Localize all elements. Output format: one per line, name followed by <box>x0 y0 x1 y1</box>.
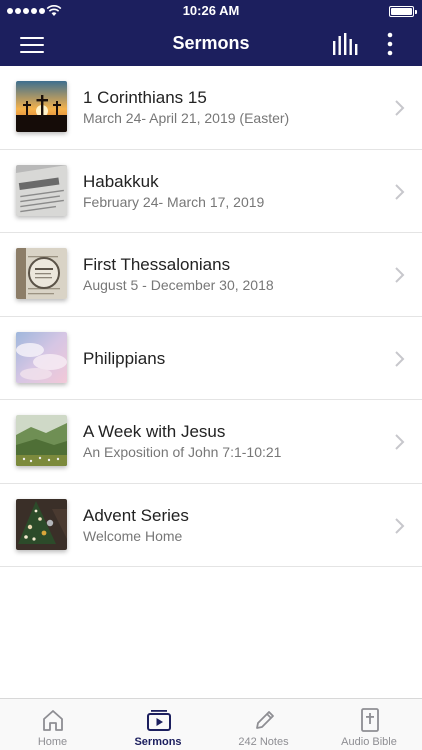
sermon-row-philippians[interactable]: Philippians <box>0 316 422 400</box>
sermon-subtitle: Welcome Home <box>83 527 183 544</box>
battery-icon <box>389 6 417 17</box>
sermon-title: First Thessalonians <box>83 255 231 274</box>
bible-cross-icon <box>360 708 379 732</box>
menu-icon[interactable] <box>20 34 44 54</box>
tab-bar: Home Sermons 242 Notes Audio Bible <box>0 698 422 750</box>
sermons-play-icon <box>146 710 171 731</box>
audio-levels-icon[interactable] <box>332 33 358 55</box>
status-time: 10:26 AM <box>182 3 240 18</box>
more-vertical-icon[interactable] <box>380 32 400 56</box>
christmas-tree-image <box>16 498 67 550</box>
tab-label: Home <box>37 736 68 748</box>
sermon-row-habakkuk[interactable]: Habakkuk February 24- March 17, 2019 <box>0 149 422 233</box>
home-icon <box>43 710 63 731</box>
pastel-clouds-image <box>16 331 67 383</box>
chevron-right-icon <box>395 183 405 200</box>
tab-label: Sermons <box>134 736 182 748</box>
sermon-subtitle: An Exposition of John 7:1-10:21 <box>83 444 282 460</box>
chevron-right-icon <box>395 350 405 367</box>
chevron-right-icon <box>395 434 405 450</box>
magnifier-bible-image <box>16 248 67 299</box>
chevron-right-icon <box>395 100 405 116</box>
tab-sermons[interactable]: Sermons <box>106 699 211 750</box>
pencil-icon <box>256 711 274 729</box>
sermon-title: Habakkuk <box>83 171 159 191</box>
crosses-sunset-image <box>16 81 67 132</box>
sermon-row-first-thessalonians[interactable]: First Thessalonians August 5 - December … <box>0 233 422 317</box>
sermon-row-1-corinthians-15[interactable]: 1 Corinthians 15 March 24- April 21, 201… <box>0 66 422 150</box>
page-title: Sermons <box>172 33 250 53</box>
green-valley-image <box>16 415 67 466</box>
sermon-subtitle: February 24- March 17, 2019 <box>83 193 265 210</box>
sermon-title: A Week with Jesus <box>83 422 226 441</box>
status-bar: 10:26 AM <box>0 0 422 22</box>
sermon-title: Advent Series <box>83 505 189 525</box>
chevron-right-icon <box>395 517 405 534</box>
tab-home[interactable]: Home <box>0 699 105 750</box>
tab-audio-bible[interactable]: Audio Bible <box>317 699 422 750</box>
sermon-subtitle: March 24- April 21, 2019 (Easter) <box>83 110 290 126</box>
sermon-subtitle: August 5 - December 30, 2018 <box>83 277 274 293</box>
sermon-title: Philippians <box>83 348 166 368</box>
sermon-row-advent-series[interactable]: Advent Series Welcome Home <box>0 483 422 567</box>
sermon-title: 1 Corinthians 15 <box>83 88 207 107</box>
sermon-row-a-week-with-jesus[interactable]: A Week with Jesus An Exposition of John … <box>0 400 422 484</box>
tab-label: 242 Notes <box>238 736 289 748</box>
tab-notes[interactable]: 242 Notes <box>211 699 316 750</box>
tab-label: Audio Bible <box>341 736 397 748</box>
sermon-list: 1 Corinthians 15 March 24- April 21, 201… <box>0 66 422 567</box>
nav-bar: Sermons <box>0 22 422 66</box>
bible-page-habakkuk-image <box>16 164 67 216</box>
chevron-right-icon <box>395 267 405 283</box>
